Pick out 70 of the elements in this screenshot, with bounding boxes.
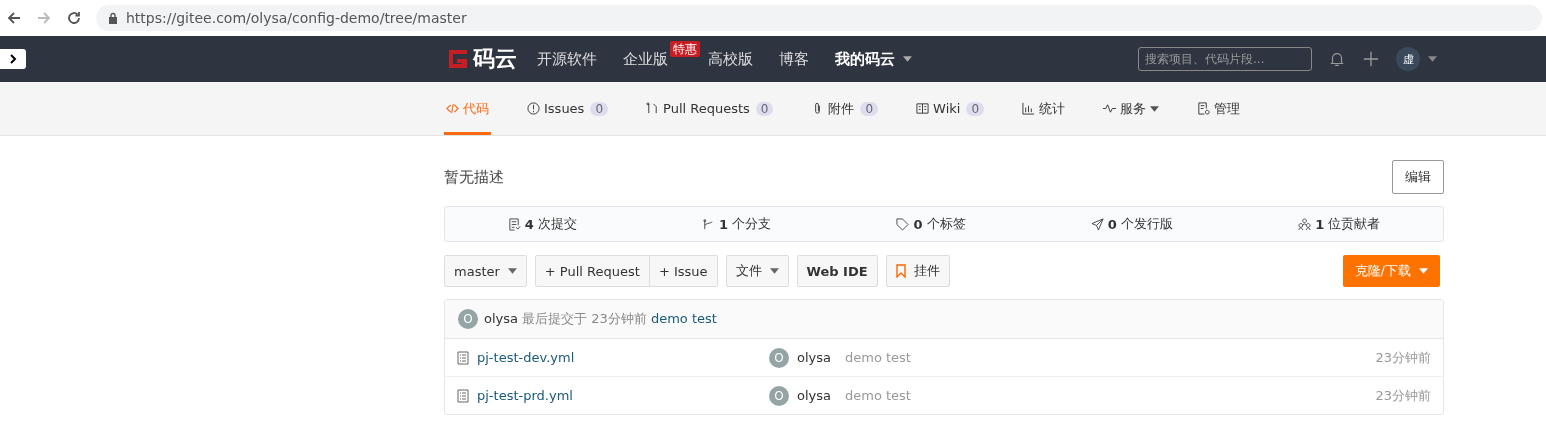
caret-icon — [1419, 268, 1428, 274]
count-badge: 0 — [860, 101, 879, 116]
tab-icon — [1197, 102, 1211, 115]
nav-link[interactable]: 企业版 — [623, 49, 668, 69]
tab[interactable]: Issues 0 — [525, 82, 611, 135]
plus-icon[interactable] — [1362, 50, 1380, 68]
caret-icon — [507, 268, 517, 274]
address-bar[interactable]: https://gitee.com/olysa/config-demo/tree/master — [96, 5, 1542, 31]
tab[interactable]: 统计 — [1020, 82, 1068, 135]
stat-icon — [1298, 217, 1312, 231]
author-name: olysa — [797, 350, 831, 365]
file-dropdown[interactable]: 文件 — [725, 255, 789, 287]
logo-text: 码云 — [473, 45, 517, 73]
sidebar-toggle[interactable] — [0, 49, 26, 69]
reload-icon[interactable] — [66, 10, 82, 26]
nav-link[interactable]: 开源软件 — [537, 49, 597, 69]
search-field[interactable]: 搜索项目、代码片段... — [1138, 47, 1312, 71]
count-badge: 0 — [590, 101, 609, 116]
edit-button[interactable]: 编辑 — [1392, 160, 1444, 194]
stat-link[interactable]: 4 次提交 — [507, 215, 577, 233]
logo-icon — [447, 48, 469, 70]
last-commit-info: olysa 最后提交于 23分钟前 demo test — [484, 310, 717, 328]
tab[interactable]: 服务 — [1101, 82, 1162, 135]
file-icon — [457, 388, 469, 403]
commit-time: 23分钟前 — [1375, 386, 1431, 405]
caret-icon — [769, 268, 779, 274]
lock-icon — [108, 12, 118, 24]
bell-icon[interactable] — [1328, 50, 1346, 68]
author-name: olysa — [797, 388, 831, 403]
repo-description: 暂无描述 — [444, 167, 504, 187]
user-avatar: O — [458, 309, 478, 329]
file-icon — [457, 350, 469, 365]
nav-link[interactable]: 我的码云 — [835, 49, 895, 69]
tab[interactable]: Pull Requests 0 — [644, 82, 776, 135]
tab-icon — [646, 102, 660, 115]
widget-button[interactable]: 挂件 — [885, 255, 950, 287]
pull-request-button[interactable]: + Pull Request — [534, 255, 650, 287]
tab-icon — [527, 102, 540, 115]
stat-link[interactable]: 0 个发行版 — [1090, 215, 1173, 233]
tab-icon — [446, 102, 459, 115]
branch-dropdown[interactable]: master — [444, 255, 527, 287]
chevron-icon — [9, 54, 17, 64]
user-avatar[interactable]: 虚 — [1396, 47, 1420, 71]
caret-icon[interactable] — [1428, 56, 1437, 62]
issue-button[interactable]: + Issue — [649, 255, 718, 287]
tab-icon — [1103, 102, 1117, 115]
stat-link[interactable]: 1 个分支 — [702, 215, 772, 233]
tab[interactable]: Wiki 0 — [914, 82, 987, 135]
stat-icon — [896, 217, 910, 231]
count-badge: 0 — [755, 101, 774, 116]
web-ide-button[interactable]: Web IDE — [796, 255, 878, 287]
back-icon[interactable] — [6, 10, 22, 26]
nav-link[interactable]: 博客 — [779, 49, 809, 69]
user-avatar: O — [769, 385, 789, 406]
stat-icon — [507, 217, 521, 231]
tab[interactable]: 附件 0 — [809, 82, 881, 135]
promo-badge: 特惠 — [670, 41, 700, 57]
tab-icon — [916, 102, 930, 115]
commit-time: 23分钟前 — [1375, 348, 1431, 367]
file-link[interactable]: pj-test-prd.yml — [477, 388, 573, 403]
stat-link[interactable]: 1 位贡献者 — [1298, 215, 1381, 233]
tab-icon — [1022, 102, 1036, 115]
file-link[interactable]: pj-test-dev.yml — [477, 350, 575, 365]
count-badge: 0 — [966, 101, 985, 116]
stat-icon — [1090, 217, 1104, 231]
stat-link[interactable]: 0 个标签 — [896, 215, 966, 233]
tab[interactable]: 管理 — [1195, 82, 1243, 135]
nav-link[interactable]: 高校版 — [708, 49, 753, 69]
bookmark-icon — [895, 264, 906, 278]
user-avatar: O — [769, 347, 789, 368]
